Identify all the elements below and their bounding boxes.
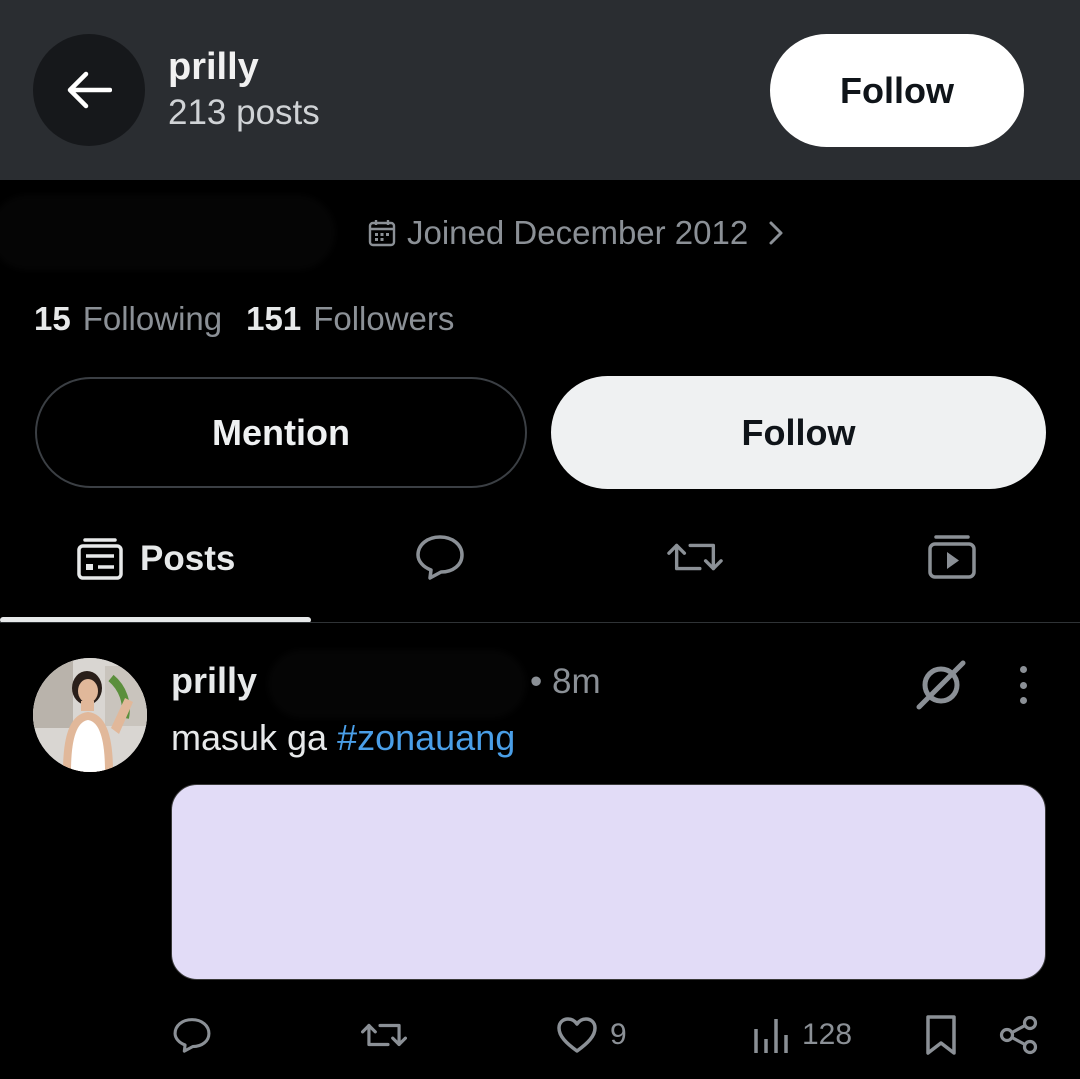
header-username: prilly bbox=[168, 46, 259, 88]
grok-icon[interactable] bbox=[914, 658, 968, 712]
joined-label: Joined December 2012 bbox=[407, 214, 749, 251]
tab-divider bbox=[0, 622, 1080, 623]
followers-label[interactable]: Followers bbox=[313, 300, 454, 338]
tab-replies[interactable] bbox=[412, 532, 468, 582]
bookmark-button[interactable] bbox=[924, 1010, 958, 1060]
joined-date[interactable]: Joined December 2012 bbox=[367, 213, 786, 253]
share-button[interactable] bbox=[999, 1010, 1039, 1060]
like-count: 9 bbox=[610, 1018, 627, 1051]
tab-posts[interactable]: Posts bbox=[76, 534, 235, 584]
reply-icon bbox=[173, 1018, 211, 1053]
post-timestamp[interactable]: • 8m bbox=[530, 662, 601, 702]
top-bar: prilly 213 posts Follow bbox=[0, 0, 1080, 180]
heart-icon bbox=[557, 1017, 597, 1053]
view-count: 128 bbox=[802, 1018, 853, 1051]
bar-chart-icon bbox=[754, 1019, 788, 1053]
like-button[interactable]: 9 bbox=[556, 1010, 627, 1060]
avatar[interactable] bbox=[33, 658, 147, 772]
followers-count[interactable]: 151 bbox=[246, 300, 301, 338]
post-text: masuk ga #zonauang bbox=[171, 717, 515, 759]
post-author-name[interactable]: prilly bbox=[171, 660, 257, 702]
redacted-handle bbox=[268, 650, 526, 718]
more-options-icon[interactable] bbox=[1008, 660, 1038, 710]
profile-tabs: Posts bbox=[0, 520, 1080, 623]
header-follow-button[interactable]: Follow bbox=[770, 34, 1024, 147]
views-button[interactable]: 128 bbox=[752, 1010, 852, 1060]
avatar-photo bbox=[33, 658, 147, 772]
share-icon bbox=[999, 1015, 1038, 1055]
mention-button[interactable]: Mention bbox=[35, 377, 527, 488]
following-count[interactable]: 15 bbox=[34, 300, 71, 338]
speech-bubble-icon bbox=[416, 535, 464, 580]
post-hashtag[interactable]: #zonauang bbox=[337, 717, 515, 758]
repost-icon bbox=[667, 543, 723, 571]
calendar-icon bbox=[368, 220, 396, 247]
repost-icon bbox=[361, 1023, 407, 1047]
post-text-body: masuk ga bbox=[171, 717, 338, 758]
bookmark-icon bbox=[926, 1015, 956, 1055]
chevron-right-icon bbox=[769, 221, 783, 245]
following-label[interactable]: Following bbox=[83, 300, 222, 338]
reply-button[interactable] bbox=[172, 1010, 212, 1060]
follow-button[interactable]: Follow bbox=[551, 376, 1046, 489]
repost-button[interactable] bbox=[361, 1010, 407, 1060]
tab-reposts[interactable] bbox=[667, 532, 723, 582]
tab-media[interactable] bbox=[924, 532, 980, 582]
post-media-card[interactable] bbox=[171, 784, 1046, 980]
back-button[interactable] bbox=[33, 34, 145, 146]
tab-posts-label: Posts bbox=[140, 539, 236, 578]
profile-screen: prilly 213 posts Follow Joined December … bbox=[0, 0, 1080, 1079]
redacted-region bbox=[0, 195, 335, 270]
arrow-left-icon bbox=[67, 71, 112, 109]
posts-icon bbox=[77, 538, 123, 580]
follow-stats: 15 Following 151 Followers bbox=[34, 300, 478, 338]
header-post-count: 213 posts bbox=[168, 93, 320, 132]
video-play-icon bbox=[928, 535, 976, 579]
